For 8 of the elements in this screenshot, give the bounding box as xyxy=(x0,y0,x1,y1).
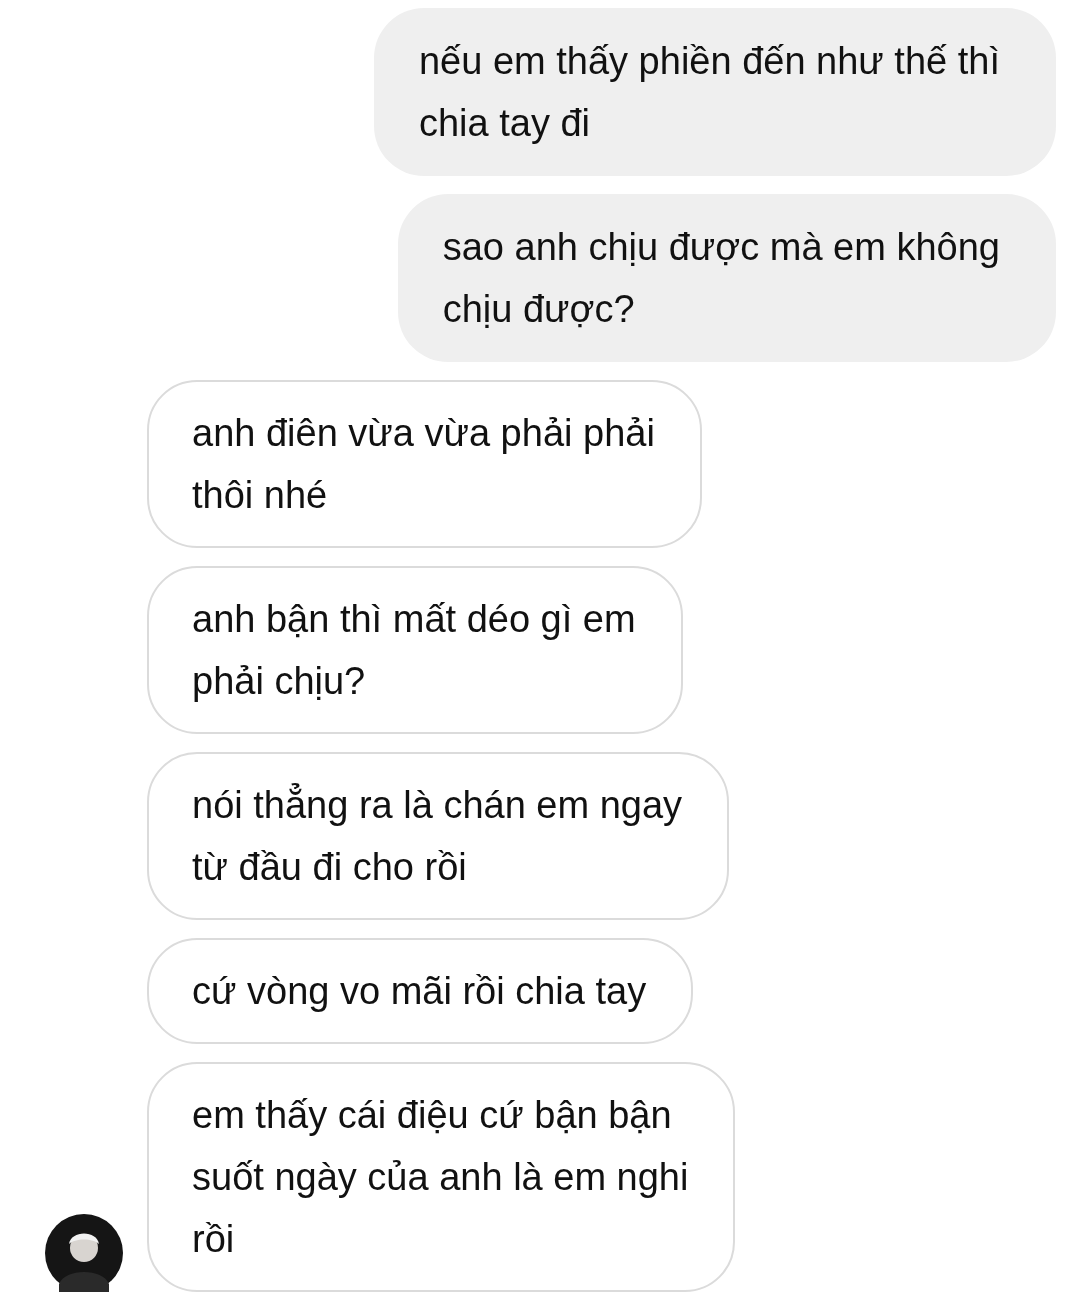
message-bubble: anh bận thì mất déo gì em phải chịu? xyxy=(147,566,683,734)
message-bubble: em thấy cái điệu cứ bận bận suốt ngày của anh là em nghi rồi xyxy=(147,1062,736,1292)
message-bubble: cứ vòng vo mãi rồi chia tay xyxy=(147,938,694,1044)
message-bubble: anh điên vừa vừa phải phải thôi nhé xyxy=(147,380,702,548)
message-bubble: nếu em thấy phiền đến như thế thì chia tay đi xyxy=(373,8,1056,176)
message-bubble: nói thẳng ra là chán em ngay từ đầu đi cho rồi xyxy=(147,752,730,920)
message-bubble: sao anh chịu được mà em không chịu được? xyxy=(397,194,1056,362)
avatar-icon[interactable] xyxy=(45,1214,123,1292)
